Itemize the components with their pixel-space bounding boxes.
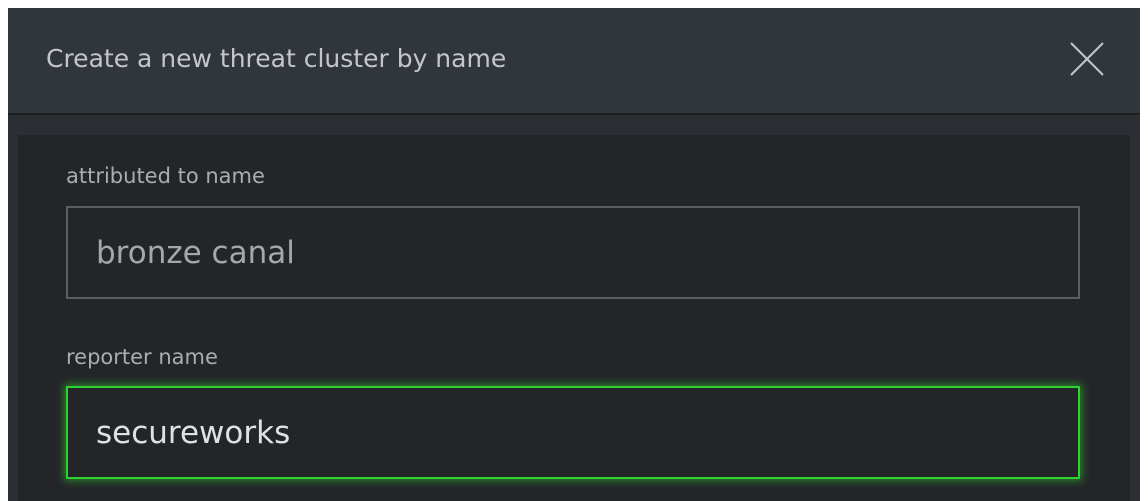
close-button[interactable]	[1066, 38, 1108, 80]
attributed-to-name-label: attributed to name	[66, 164, 265, 188]
attributed-to-name-input[interactable]	[66, 206, 1080, 299]
dialog-header: Create a new threat cluster by name	[8, 8, 1140, 115]
close-icon	[1070, 42, 1104, 76]
reporter-name-input[interactable]	[66, 386, 1080, 479]
dialog-body: attributed to name reporter name	[18, 135, 1130, 501]
reporter-name-label: reporter name	[66, 345, 218, 369]
create-threat-cluster-dialog: Create a new threat cluster by name attr…	[8, 8, 1140, 501]
dialog-title: Create a new threat cluster by name	[46, 44, 507, 73]
